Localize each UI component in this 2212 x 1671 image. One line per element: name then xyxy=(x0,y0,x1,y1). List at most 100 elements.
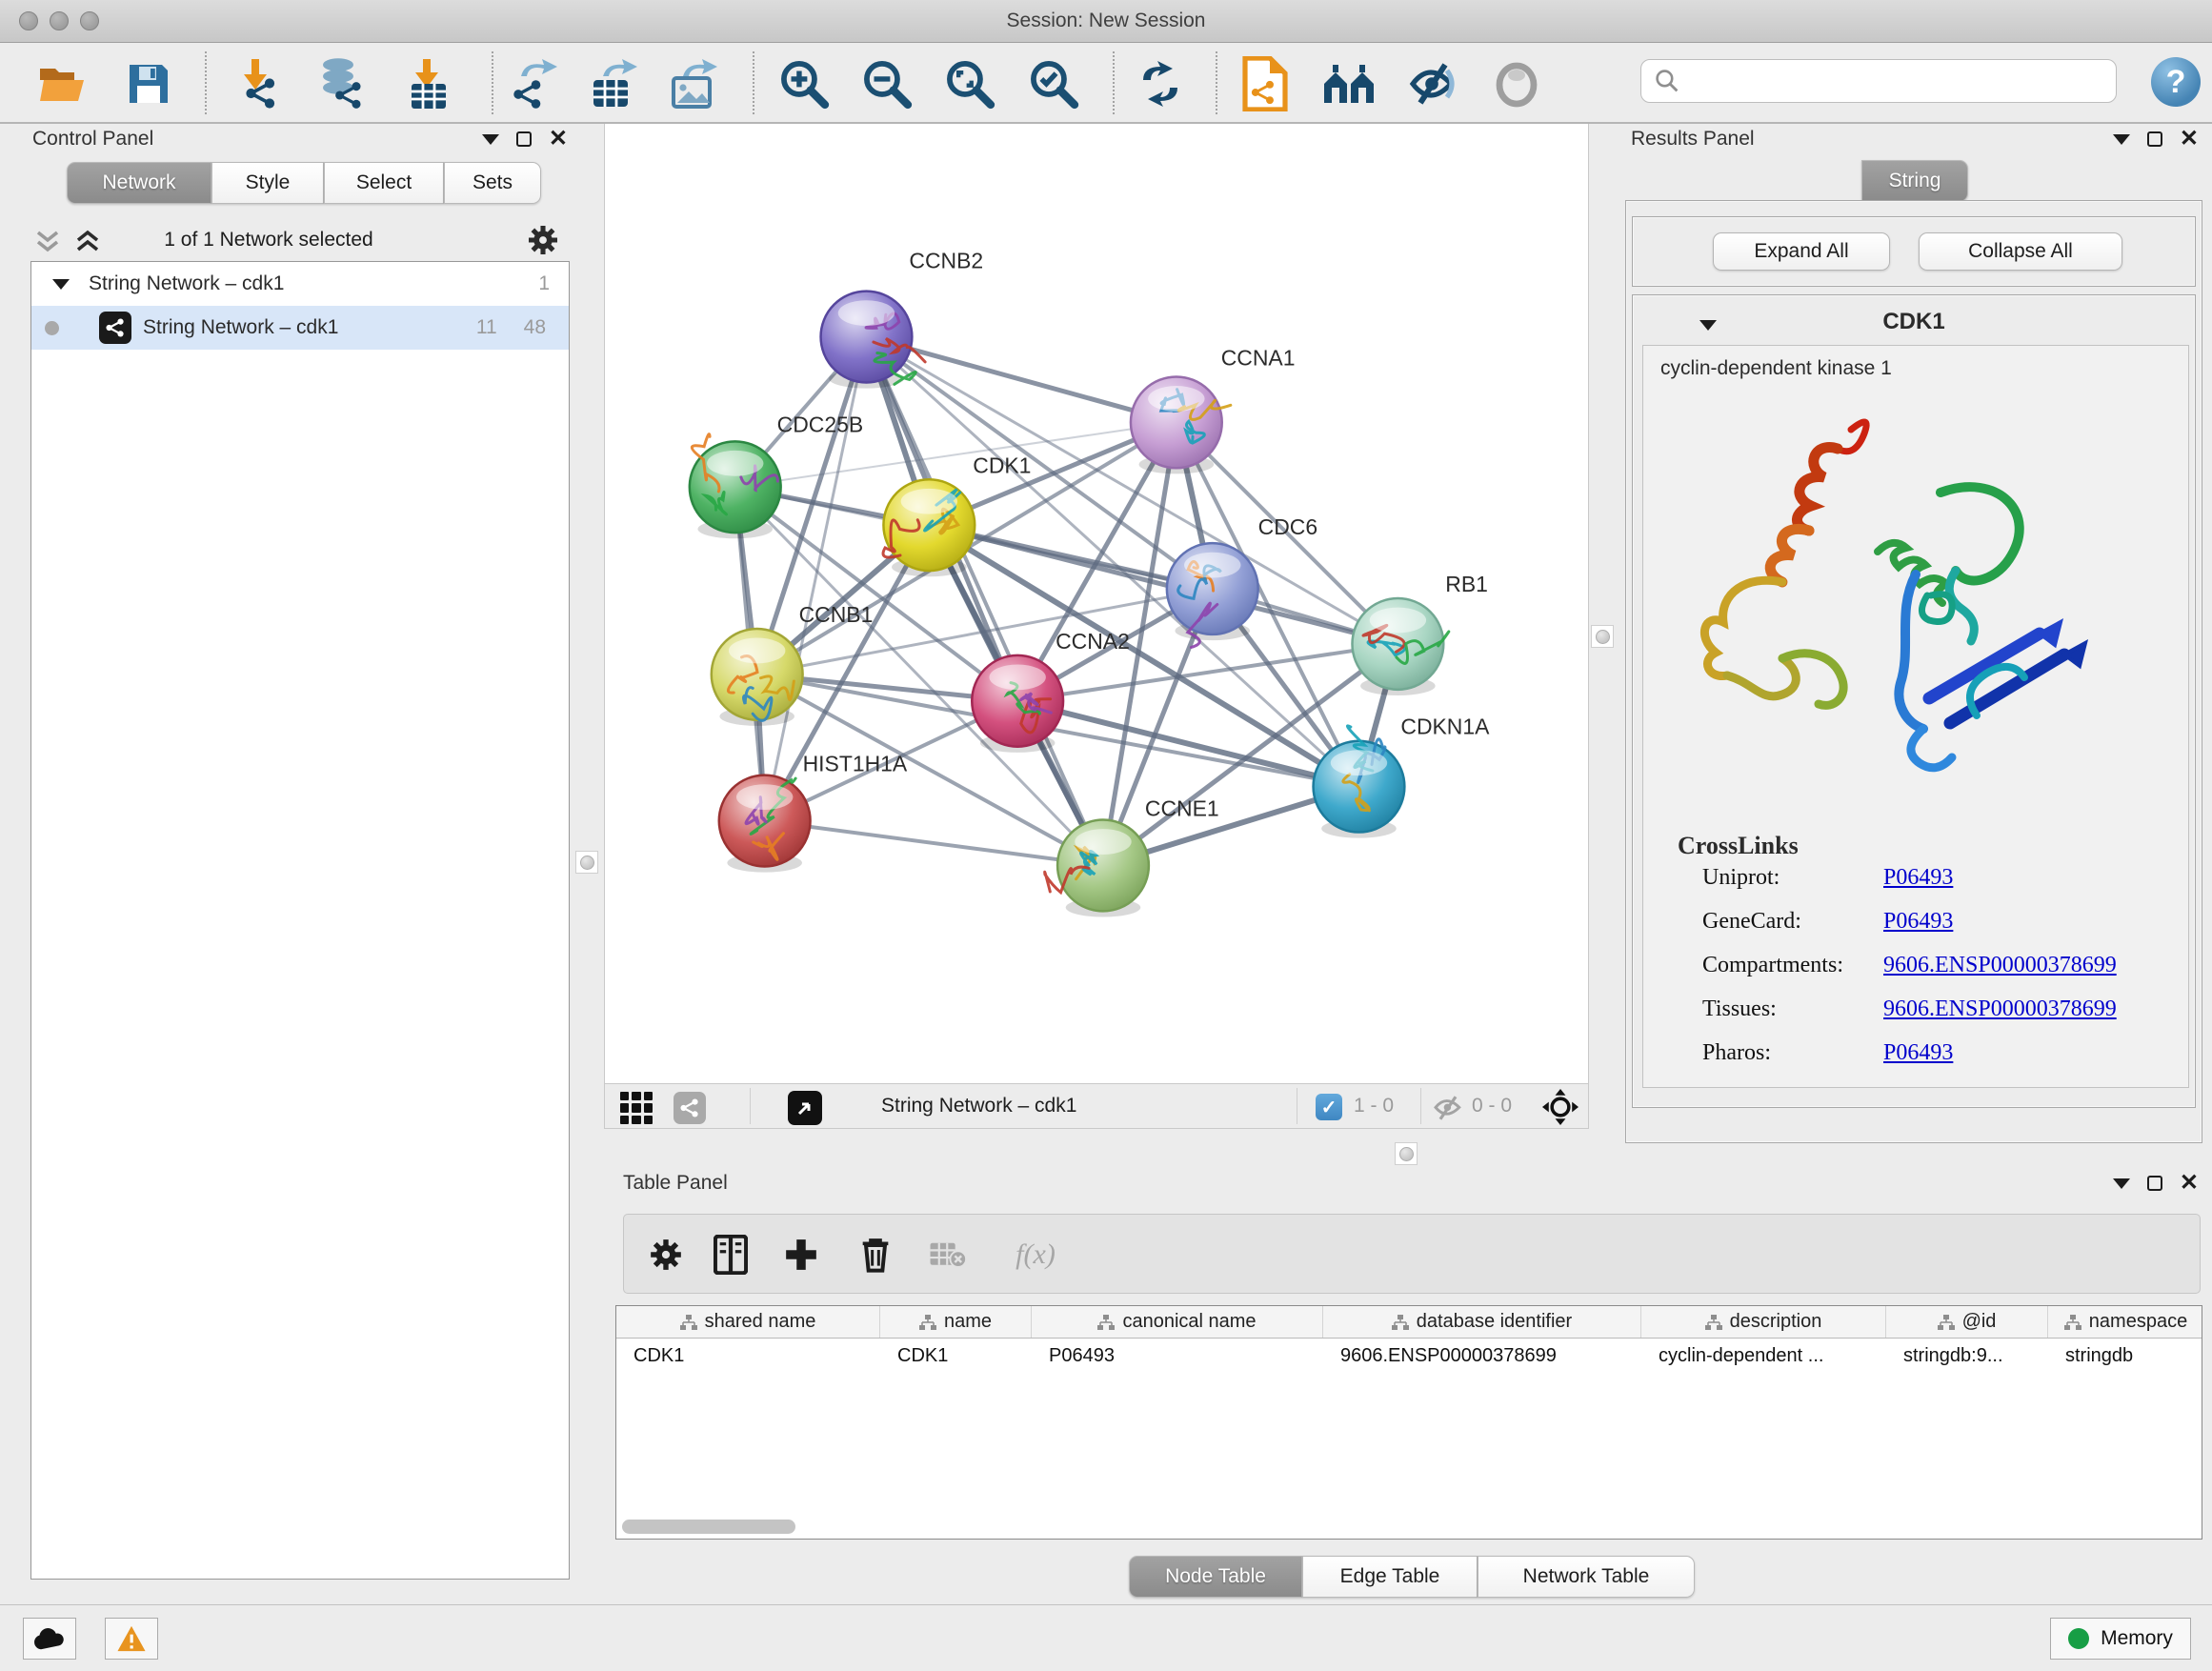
expand-collapse-bar: Expand All Collapse All xyxy=(1632,216,2196,287)
column-header[interactable]: description xyxy=(1641,1306,1886,1338)
network-options-gear-icon[interactable] xyxy=(526,223,560,257)
tissues-link[interactable]: 9606.ENSP00000378699 xyxy=(1883,997,2117,1022)
panel-menu-icon[interactable] xyxy=(2113,1178,2130,1189)
network-status-dot xyxy=(45,321,59,335)
table-toolbar: f(x) xyxy=(623,1214,2201,1294)
toolbar-separator xyxy=(205,51,207,114)
panel-float-icon[interactable] xyxy=(2147,131,2162,147)
network-node-label: CDK1 xyxy=(973,453,1031,477)
network-node-label: CDC6 xyxy=(1258,514,1317,539)
tab-network[interactable]: Network xyxy=(67,162,211,204)
apply-layout-icon[interactable] xyxy=(1134,57,1187,111)
show-columns-icon[interactable] xyxy=(708,1232,754,1278)
open-session-icon[interactable] xyxy=(36,57,90,111)
column-header[interactable]: database identifier xyxy=(1323,1306,1641,1338)
column-header[interactable]: namespace xyxy=(2048,1306,2202,1338)
column-header[interactable]: name xyxy=(880,1306,1032,1338)
import-network-icon[interactable] xyxy=(232,57,286,111)
network-edge-CCNE1-HIST1H1A[interactable] xyxy=(765,821,1103,866)
new-network-from-selection-icon[interactable] xyxy=(1238,57,1292,111)
pan-crosshair-icon[interactable] xyxy=(1542,1089,1579,1125)
panel-close-icon[interactable]: ✕ xyxy=(2180,131,2199,147)
panel-close-icon[interactable]: ✕ xyxy=(2180,1176,2199,1191)
left-splitter-handle[interactable] xyxy=(575,851,598,874)
table-panel: Table Panel ✕ f(x) shared name name cano… xyxy=(598,1166,2212,1604)
toolbar-separator xyxy=(492,51,493,114)
add-column-icon[interactable] xyxy=(778,1232,824,1278)
genecard-link[interactable]: P06493 xyxy=(1883,909,1953,935)
export-table-icon[interactable] xyxy=(587,57,640,111)
collection-expand-icon[interactable] xyxy=(52,279,70,290)
column-header[interactable]: canonical name xyxy=(1032,1306,1323,1338)
network-node-label: RB1 xyxy=(1445,572,1488,596)
table-row[interactable]: CDK1 CDK1 P06493 9606.ENSP00000378699 cy… xyxy=(616,1339,2202,1373)
tab-sets[interactable]: Sets xyxy=(444,162,541,204)
tab-select[interactable]: Select xyxy=(324,162,444,204)
show-all-icon[interactable] xyxy=(1490,57,1543,111)
cloud-icon xyxy=(32,1626,67,1651)
zoom-out-icon[interactable] xyxy=(860,57,914,111)
uniprot-link[interactable]: P06493 xyxy=(1883,865,1953,891)
tab-node-table[interactable]: Node Table xyxy=(1129,1556,1302,1598)
network-row-selected[interactable]: String Network – cdk1 11 48 xyxy=(31,306,569,350)
export-network-icon[interactable] xyxy=(505,57,558,111)
column-header[interactable]: shared name xyxy=(616,1306,880,1338)
network-share-icon[interactable] xyxy=(674,1092,706,1124)
tab-edge-table[interactable]: Edge Table xyxy=(1302,1556,1478,1598)
network-node-label: CDKN1A xyxy=(1400,715,1490,739)
collapse-all-button[interactable]: Collapse All xyxy=(1919,232,2122,271)
results-panel: Results Panel ✕ String Expand All Collap… xyxy=(1616,124,2212,1148)
cloud-status-button[interactable] xyxy=(23,1618,76,1660)
panel-float-icon[interactable] xyxy=(2147,1176,2162,1191)
compartments-link[interactable]: 9606.ENSP00000378699 xyxy=(1883,953,2117,978)
import-network-from-database-icon[interactable] xyxy=(314,57,368,111)
panel-menu-icon[interactable] xyxy=(482,134,499,145)
tab-string[interactable]: String xyxy=(1861,160,1968,202)
string-network-icon xyxy=(99,312,131,344)
memory-button[interactable]: Memory xyxy=(2050,1618,2191,1660)
warnings-button[interactable] xyxy=(105,1618,158,1660)
toolbar-separator xyxy=(1216,51,1217,114)
right-splitter-handle[interactable] xyxy=(1591,625,1614,648)
delete-table-icon[interactable] xyxy=(925,1232,971,1278)
zoom-selected-icon[interactable] xyxy=(1027,57,1080,111)
import-table-icon[interactable] xyxy=(400,57,453,111)
tab-style[interactable]: Style xyxy=(211,162,324,204)
window-title-bar: Session: New Session xyxy=(0,0,2212,43)
node-attribute-table[interactable]: shared name name canonical name database… xyxy=(615,1305,2202,1540)
delete-column-icon[interactable] xyxy=(853,1232,898,1278)
hide-selected-icon[interactable] xyxy=(1406,57,1459,111)
bottom-splitter-handle[interactable] xyxy=(1395,1142,1418,1165)
hidden-count: 0 - 0 xyxy=(1472,1095,1512,1117)
help-icon[interactable]: ? xyxy=(2151,57,2201,107)
network-collection-row[interactable]: String Network – cdk1 1 xyxy=(31,262,569,306)
hidden-eye-icon[interactable] xyxy=(1432,1096,1464,1120)
horizontal-scrollbar[interactable] xyxy=(622,1520,795,1534)
table-options-gear-icon[interactable] xyxy=(643,1232,689,1278)
tab-network-table[interactable]: Network Table xyxy=(1478,1556,1695,1598)
column-header[interactable]: @id xyxy=(1886,1306,2048,1338)
export-image-icon[interactable] xyxy=(667,57,720,111)
network-edge-CDK1-RB1[interactable] xyxy=(929,525,1398,644)
function-builder-icon[interactable]: f(x) xyxy=(997,1232,1074,1278)
selected-checkbox-icon[interactable]: ✓ xyxy=(1316,1094,1342,1120)
save-session-icon[interactable] xyxy=(122,57,175,111)
pharos-link[interactable]: P06493 xyxy=(1883,1040,1953,1066)
crosslink-label: Tissues: xyxy=(1702,997,1777,1022)
panel-float-icon[interactable] xyxy=(516,131,532,147)
grid-view-icon[interactable] xyxy=(620,1092,653,1124)
network-edge-CCNB2-CCNE1[interactable] xyxy=(866,337,1103,866)
network-edge-CCNB2-HIST1H1A[interactable] xyxy=(765,337,867,821)
first-neighbors-icon[interactable] xyxy=(1322,57,1376,111)
zoom-in-icon[interactable] xyxy=(777,57,831,111)
panel-close-icon[interactable]: ✕ xyxy=(549,131,568,147)
search-input[interactable] xyxy=(1679,62,2116,100)
control-panel-title: Control Panel xyxy=(32,128,153,151)
network-canvas[interactable]: CCNB2CCNA1CDC25BCDK1CDC6RB1CCNB1CCNA2CDK… xyxy=(604,124,1589,1083)
panel-menu-icon[interactable] xyxy=(2113,134,2130,145)
zoom-fit-icon[interactable] xyxy=(943,57,996,111)
network-view-title: String Network – cdk1 xyxy=(881,1095,1076,1117)
expand-all-button[interactable]: Expand All xyxy=(1713,232,1890,271)
birds-eye-view-icon[interactable] xyxy=(788,1091,822,1125)
node-description: cyclin-dependent kinase 1 xyxy=(1660,357,1892,380)
